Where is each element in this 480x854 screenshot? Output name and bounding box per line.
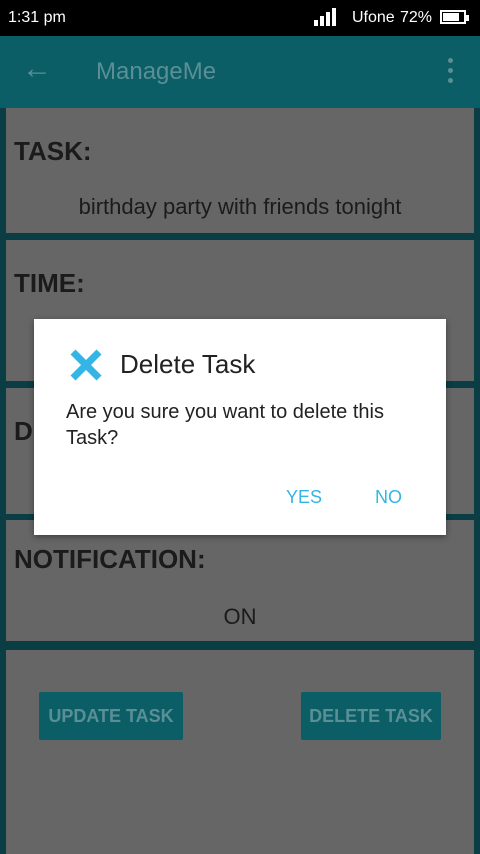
delete-task-dialog: Delete Task Are you sure you want to del… xyxy=(34,319,446,535)
dialog-overlay: Delete Task Are you sure you want to del… xyxy=(0,0,480,854)
dialog-title: Delete Task xyxy=(120,349,256,379)
yes-button[interactable]: YES xyxy=(286,487,322,508)
no-button[interactable]: NO xyxy=(375,487,402,508)
dialog-message: Are you sure you want to delete this Tas… xyxy=(66,401,384,449)
close-x-icon xyxy=(70,349,102,381)
